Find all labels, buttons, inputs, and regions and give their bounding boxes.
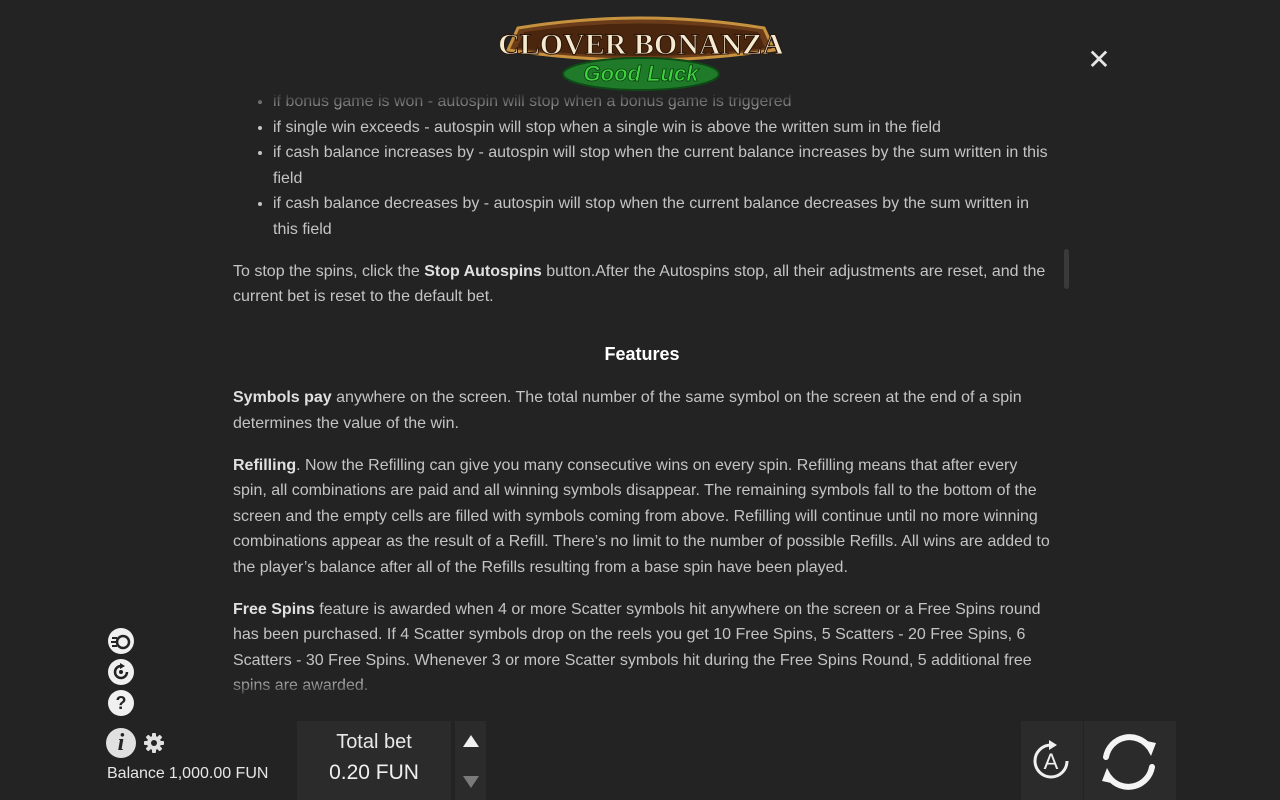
list-item: if cash balance decreases by - autospin … — [273, 191, 1051, 242]
gear-icon[interactable] — [143, 732, 165, 754]
free-spins-paragraph: Free Spins feature is awarded when 4 or … — [233, 597, 1051, 699]
balance-value: 1,000.00 FUN — [168, 765, 269, 782]
paragraph-bold: Refilling — [233, 456, 297, 474]
stop-autospins-paragraph: To stop the spins, click the Stop Autosp… — [233, 259, 1051, 310]
help-icon[interactable]: ? — [108, 690, 134, 716]
logo-title: CLOVER BONANZA — [500, 28, 782, 61]
spin-icon — [1102, 734, 1156, 790]
total-bet-label: Total bet — [336, 731, 412, 753]
total-bet-panel: Total bet 0.20 FUN — [297, 721, 451, 800]
paragraph-bold: Symbols pay — [233, 389, 332, 407]
balance-label: Balance — [107, 765, 165, 782]
turbo-icon-graphic — [109, 629, 133, 653]
list-item: if single win exceeds - autospin will st… — [273, 115, 1051, 141]
bet-increase-icon[interactable] — [463, 735, 479, 747]
bet-decrease-icon[interactable] — [463, 776, 479, 788]
close-icon[interactable]: ✕ — [1086, 46, 1112, 74]
gear-icon-graphic — [144, 733, 164, 753]
info-icon[interactable]: i — [106, 728, 136, 758]
paragraph-text: anywhere on the screen. The total number… — [233, 389, 1022, 432]
total-bet-value: 0.20 FUN — [329, 761, 419, 784]
list-item: if cash balance increases by - autospin … — [273, 140, 1051, 191]
paragraph-bold: Free Spins — [233, 600, 315, 618]
paragraph-text: To stop the spins, click the — [233, 262, 425, 280]
list-item: if bonus game is won - autospin will sto… — [273, 92, 1051, 115]
history-icon-graphic — [109, 660, 133, 684]
paragraph-text: feature is awarded when 4 or more Scatte… — [233, 600, 1041, 695]
rules-content[interactable]: if bonus game is won - autospin will sto… — [233, 92, 1051, 700]
autoplay-glyph: A — [1044, 749, 1059, 774]
history-icon[interactable] — [108, 659, 134, 685]
autospin-stop-list: if bonus game is won - autospin will sto… — [233, 92, 1051, 243]
logo-subtitle: Good Luck — [584, 61, 701, 86]
balance-display: Balance 1,000.00 FUN — [107, 765, 268, 783]
spin-button[interactable] — [1084, 721, 1176, 800]
paragraph-bold: Stop Autospins — [424, 262, 542, 280]
logo-graphic: CLOVER BONANZA Good Luck — [500, 16, 782, 91]
symbols-pay-paragraph: Symbols pay anywhere on the screen. The … — [233, 385, 1051, 436]
game-logo: CLOVER BONANZA Good Luck — [500, 8, 782, 92]
features-heading: Features — [604, 343, 680, 364]
bet-stepper — [455, 721, 486, 800]
autoplay-button[interactable]: A — [1021, 721, 1083, 800]
paragraph-text: . Now the Refilling can give you many co… — [233, 456, 1050, 576]
turbo-icon[interactable] — [108, 628, 134, 654]
autoplay-icon: A — [1033, 740, 1069, 779]
rules-scrollbar[interactable] — [1064, 249, 1069, 289]
refilling-paragraph: Refilling. Now the Refilling can give yo… — [233, 453, 1051, 581]
